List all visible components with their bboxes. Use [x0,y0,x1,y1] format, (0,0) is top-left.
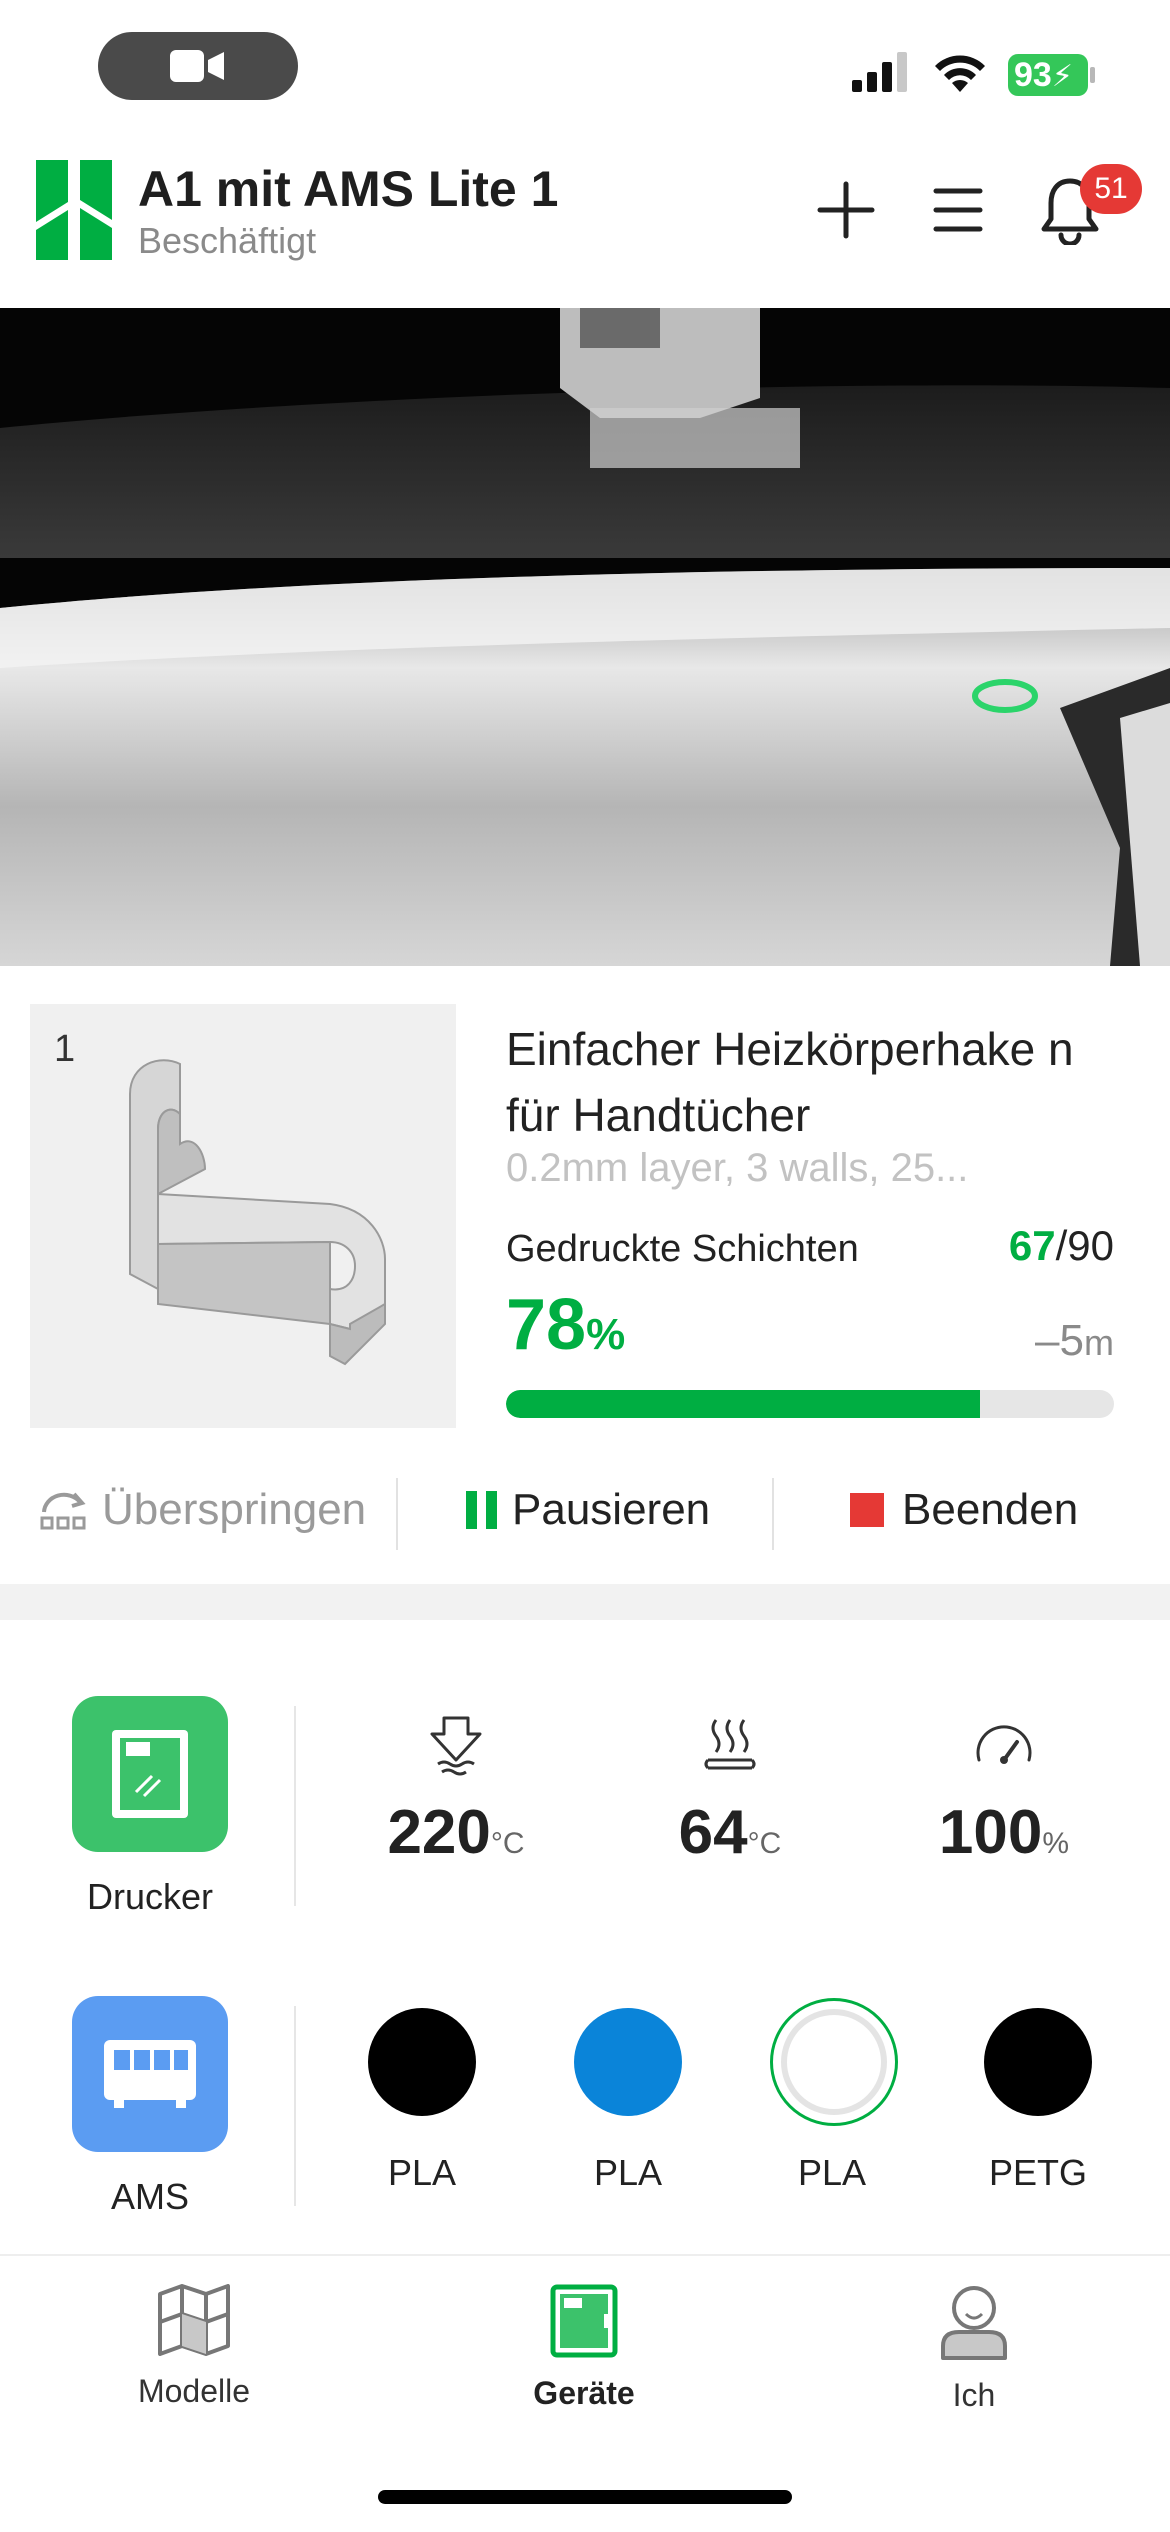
bed-temp-value: 64 [678,1798,748,1867]
progress-bar-fill [506,1390,981,1418]
model-thumbnail[interactable]: 1 [30,1004,456,1428]
action-divider [396,1478,398,1550]
battery-level: 93 [1014,56,1052,94]
skip-objects-icon [40,1492,86,1530]
nav-devices[interactable]: Geräte [484,2284,684,2412]
ams-slot-1[interactable] [368,2008,476,2116]
bed-temperature[interactable]: 64°C [630,1716,830,1868]
hook-model-preview [129,1059,386,1366]
wifi-icon [935,55,985,92]
bed-temp-unit: °C [747,1827,782,1860]
add-button[interactable] [806,170,886,250]
pause-button[interactable]: Pausieren [466,1460,710,1560]
devices-icon [550,2284,618,2358]
ams-slot-1-material: PLA [387,2152,457,2193]
remaining-value: –5 [1035,1316,1084,1365]
device-status-section: Drucker 220°C 64°C 100% AMS PLA PLA PLA … [0,1620,1170,2254]
layers-label: Gedruckte Schichten [506,1228,859,1270]
section-separator [0,1584,1170,1620]
profile-icon [941,2286,1007,2360]
ams-slot-3-material: PLA [797,2152,867,2193]
app-header: A1 mit AMS Lite 1 Beschäftigt 51 [0,140,1170,308]
ams-label: AMS [110,2176,189,2217]
nozzle-temp-unit: °C [490,1827,525,1860]
charging-icon: ⚡ [1051,60,1073,93]
progress-percent: 78% [506,1284,625,1366]
skip-button[interactable]: Überspringen [38,1460,366,1560]
ams-slot-3-selected[interactable] [770,1998,898,2126]
printer-button[interactable] [72,1696,228,1852]
nav-me-label: Ich [952,2377,996,2413]
speed-value: 100 [938,1798,1043,1867]
printer-icon [112,1730,188,1818]
remaining-unit: m [1084,1322,1114,1363]
ams-button[interactable] [72,1996,228,2152]
nav-devices-label: Geräte [533,2375,635,2411]
speed-unit: % [1042,1827,1070,1860]
nav-models-label: Modelle [137,2373,251,2409]
stop-label: Beenden [902,1485,1079,1534]
notification-badge: 51 [1080,164,1142,214]
models-icon [158,2284,230,2356]
nav-models[interactable]: Modelle [94,2284,294,2410]
camera-feed[interactable] [0,308,1170,966]
layers-current: 67 [1008,1222,1056,1269]
battery-tip [1090,67,1095,83]
pause-icon [466,1491,497,1529]
menu-button[interactable] [918,170,998,250]
nozzle-temp-value: 220 [387,1798,491,1867]
camera-image [0,308,1170,966]
ams-divider [294,2006,296,2206]
battery-indicator: 93⚡ [1008,54,1088,96]
layers-value: 67/90 [1009,1222,1114,1270]
ams-slot-3-spool [781,2009,887,2115]
printer-status: Beschäftigt [138,220,317,261]
screen-recording-indicator[interactable] [98,32,298,100]
ams-icon [104,2040,196,2108]
layers-total: /90 [1055,1222,1114,1269]
action-divider [772,1478,774,1550]
progress-bar [506,1390,1114,1418]
print-job-card: 1 Einfacher Heizkörperhake n für Handtüc… [0,966,1170,1586]
pause-label: Pausieren [512,1485,711,1534]
menu-icon [933,188,983,232]
nozzle-temperature[interactable]: 220°C [356,1716,556,1868]
stop-button[interactable]: Beenden [850,1460,1078,1560]
stop-icon [850,1493,884,1527]
print-speed[interactable]: 100% [904,1716,1104,1868]
status-bar: 93⚡ [0,0,1170,140]
job-params: 0.2mm layer, 3 walls, 25... [506,1146,969,1190]
cellular-signal-icon [852,52,907,92]
bambu-logo-icon [36,160,112,260]
printer-name[interactable]: A1 mit AMS Lite 1 [138,160,558,218]
ams-slot-2-material: PLA [593,2152,663,2193]
progress-value: 78 [506,1285,587,1365]
speedometer-icon [976,1725,1032,1764]
heatbed-icon [704,1719,756,1770]
home-indicator[interactable] [378,2490,792,2504]
remaining-time: –5m [1035,1316,1114,1366]
video-camera-icon [170,50,224,82]
ams-slot-4[interactable] [984,2008,1092,2116]
nav-me[interactable]: Ich [874,2284,1074,2414]
ams-slot-4-material: PETG [988,2152,1087,2193]
job-actions: Überspringen Pausieren Beenden [0,1460,1170,1560]
skip-label: Überspringen [102,1485,367,1534]
plate-number: 1 [54,1028,76,1070]
ams-slot-2[interactable] [574,2008,682,2116]
progress-unit: % [586,1310,626,1359]
job-name: Einfacher Heizkörperhake n für Handtüche… [506,1023,1074,1141]
printer-divider [294,1706,296,1906]
printer-label: Drucker [86,1876,214,1917]
nozzle-icon [430,1716,482,1776]
plus-icon [817,181,875,239]
